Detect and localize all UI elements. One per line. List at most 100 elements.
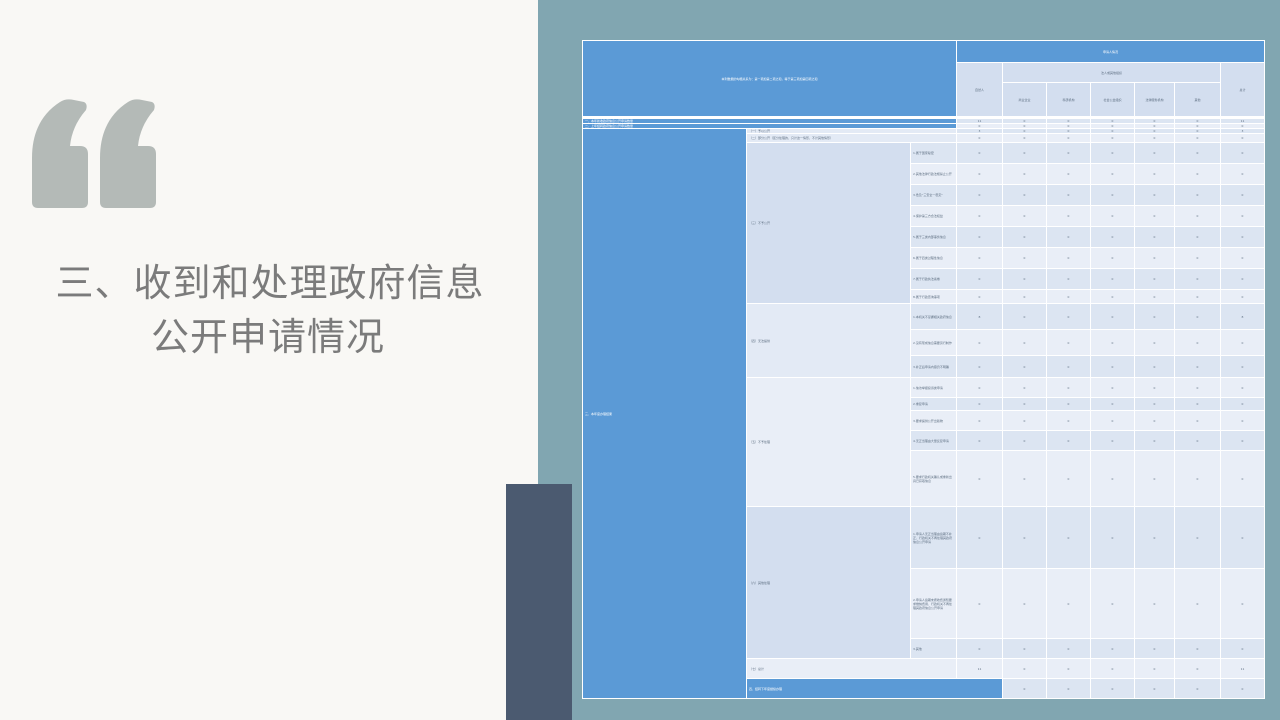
cell: 0: [1134, 377, 1175, 398]
cell: 0: [1046, 638, 1091, 659]
cell: 0: [956, 430, 1003, 451]
cell: 8: [956, 303, 1003, 330]
cell: 0: [1090, 289, 1135, 304]
item-label: 5.属于三类内部事务信息: [910, 226, 957, 248]
cell: 0: [1046, 226, 1091, 248]
table-header-row: 本列数据的勾稽关系为：第一项加第二项之和，等于第三项加第四项之和 申请人情况: [582, 40, 1265, 117]
section-label: （二）部分公开（区分处理的，只计这一情形，不计其他情形）: [746, 133, 957, 143]
statistics-table-image: 本列数据的勾稽关系为：第一项加第二项之和，等于第三项加第四项之和 申请人情况 自…: [582, 40, 1265, 699]
cell: 0: [1090, 142, 1135, 164]
cell: 0: [1220, 397, 1265, 411]
item-label: 3.补正后申请内容仍不明确: [910, 355, 957, 378]
cell: 0: [1174, 163, 1221, 185]
cell: 0: [1174, 638, 1221, 659]
cell: 0: [1174, 142, 1221, 164]
cell: 0: [1002, 568, 1047, 639]
cell: 0: [1174, 430, 1221, 451]
cell: 0: [1134, 638, 1175, 659]
cell: 0: [1002, 226, 1047, 248]
row-label: 三、本年度办理结果: [582, 128, 747, 699]
cell: 0: [1090, 133, 1135, 143]
section-label: （三）不予公开: [746, 142, 911, 304]
cell: 0: [1046, 397, 1091, 411]
cell: 0: [1046, 568, 1091, 639]
cell: 0: [1134, 568, 1175, 639]
cell: 0: [1046, 658, 1091, 679]
cell: 0: [1002, 430, 1047, 451]
item-label: 3.要求提供公开出版物: [910, 410, 957, 431]
cell: 0: [1002, 329, 1047, 356]
cell: 0: [1046, 142, 1091, 164]
cell: 0: [1090, 450, 1135, 507]
cell: 0: [1090, 163, 1135, 185]
cell: 0: [956, 410, 1003, 431]
cell: 0: [956, 397, 1003, 411]
cell: 0: [1220, 133, 1265, 143]
legal-col-header: 科研机构: [1046, 82, 1091, 117]
cell: 0: [956, 355, 1003, 378]
cell: 0: [1090, 410, 1135, 431]
cell: 0: [1090, 568, 1135, 639]
cell: 0: [1090, 377, 1135, 398]
cell: 0: [1134, 226, 1175, 248]
cell: 0: [1046, 133, 1091, 143]
cell: 0: [1220, 506, 1265, 569]
cell: 0: [1174, 355, 1221, 378]
cell: 0: [1002, 506, 1047, 569]
cell: 0: [1090, 678, 1135, 699]
cell: 0: [1002, 247, 1047, 269]
cell: 0: [1090, 430, 1135, 451]
cell: 0: [1220, 355, 1265, 378]
cell: 0: [956, 133, 1003, 143]
cell: 0: [956, 184, 1003, 206]
item-label: 3.危及“三安全一稳定”: [910, 184, 957, 206]
cell: 0: [1174, 226, 1221, 248]
cell: 0: [1090, 397, 1135, 411]
cell: 0: [1046, 450, 1091, 507]
legal-col-header: 社会公益组织: [1090, 82, 1135, 117]
cell: 0: [1134, 678, 1175, 699]
cell: 0: [1220, 247, 1265, 269]
cell: 0: [1046, 430, 1091, 451]
cell: 0: [1046, 377, 1091, 398]
item-label: 8.属于行政查询事项: [910, 289, 957, 304]
section-label: （七）总计: [746, 658, 957, 679]
cell: 0: [956, 377, 1003, 398]
cell: 0: [1002, 133, 1047, 143]
item-label: 4.保护第三方合法权益: [910, 205, 957, 227]
total-header: 总计: [1220, 62, 1265, 117]
cell: 0: [1220, 268, 1265, 290]
decorative-block: [506, 484, 572, 720]
cell: 0: [1220, 450, 1265, 507]
cell: 0: [1046, 303, 1091, 330]
cell: 0: [1002, 678, 1047, 699]
cell: 0: [956, 638, 1003, 659]
cell: 0: [1174, 329, 1221, 356]
cell: 0: [1174, 303, 1221, 330]
cell: 0: [1134, 163, 1175, 185]
cell: 0: [1174, 184, 1221, 206]
cell: 0: [1002, 268, 1047, 290]
cell: 0: [956, 450, 1003, 507]
cell: 0: [1046, 163, 1091, 185]
cell: 0: [1090, 184, 1135, 206]
cell: 0: [1134, 184, 1175, 206]
slide-title-line-2: 公开申请情况: [150, 315, 385, 359]
cell: 0: [1134, 329, 1175, 356]
cell: 0: [956, 568, 1003, 639]
legal-col-header: 商业企业: [1002, 82, 1047, 117]
item-label: 3.其他: [910, 638, 957, 659]
cell: 0: [1046, 355, 1091, 378]
cell: 0: [1134, 450, 1175, 507]
item-label: 4.无正当理由大量反复申请: [910, 430, 957, 451]
statistics-table: 本列数据的勾稽关系为：第一项加第二项之和，等于第三项加第四项之和 申请人情况 自…: [582, 40, 1265, 699]
cell: 0: [1046, 268, 1091, 290]
cell: 0: [956, 226, 1003, 248]
cell: 0: [1090, 329, 1135, 356]
cell: 0: [1134, 303, 1175, 330]
cell: 0: [1174, 133, 1221, 143]
cell: 0: [1174, 506, 1221, 569]
cell: 0: [1220, 568, 1265, 639]
cell: 0: [1134, 410, 1175, 431]
cell: 0: [956, 268, 1003, 290]
